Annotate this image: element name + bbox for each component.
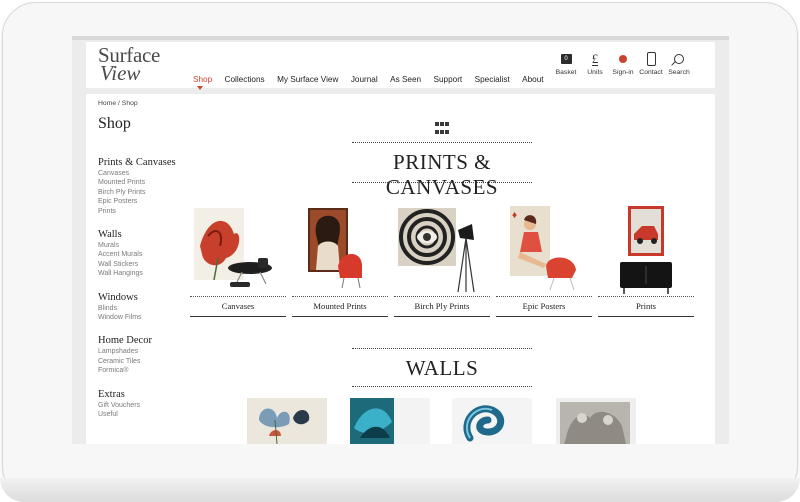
epic-posters-thumbnail: ♦ bbox=[510, 206, 576, 291]
sidebar-item-mounted-prints[interactable]: Mounted Prints bbox=[98, 178, 188, 187]
basket-button[interactable]: 0 Basket bbox=[550, 49, 582, 76]
category-prints[interactable]: Prints bbox=[598, 206, 694, 324]
basket-icon: 0 bbox=[560, 54, 572, 64]
nav-shop[interactable]: Shop bbox=[193, 75, 212, 84]
sidebar-group-walls: Walls Murals Accent Murals Wall Stickers… bbox=[98, 228, 188, 279]
walls-thumbnail-3[interactable] bbox=[452, 398, 532, 444]
category-epic-posters[interactable]: ♦ Epic Posters bbox=[496, 206, 592, 324]
tile-underline bbox=[190, 316, 286, 317]
category-mounted-prints[interactable]: Mounted Prints bbox=[292, 206, 388, 324]
category-canvases[interactable]: Canvases bbox=[190, 206, 286, 324]
site-header: Surface View Shop Collections My Surface… bbox=[86, 42, 715, 88]
sidebar-item-epic-posters[interactable]: Epic Posters bbox=[98, 197, 188, 206]
sidebar-heading[interactable]: Windows bbox=[98, 291, 188, 304]
prints-thumbnail bbox=[620, 206, 672, 294]
section-title-prints: PRINTS & CANVASES bbox=[385, 150, 499, 199]
category-label[interactable]: Prints bbox=[598, 301, 694, 311]
nav-specialist[interactable]: Specialist bbox=[475, 75, 510, 84]
breadcrumb[interactable]: Home / Shop bbox=[98, 100, 138, 107]
sidebar-group-prints: Prints & Canvases Canvases Mounted Print… bbox=[98, 156, 188, 216]
tile-rule bbox=[496, 296, 592, 297]
sidebar-item-formica[interactable]: Formica® bbox=[98, 366, 188, 375]
search-label: Search bbox=[668, 69, 690, 76]
sidebar-item-prints[interactable]: Prints bbox=[98, 207, 188, 216]
signin-dot-icon bbox=[619, 55, 627, 63]
main-content: Home / Shop Shop Prints & Canvases Canva… bbox=[86, 94, 715, 444]
birch-ply-prints-thumbnail bbox=[398, 208, 475, 293]
sidebar-item-wall-hangings[interactable]: Wall Hangings bbox=[98, 269, 188, 278]
section-title-walls: WALLS bbox=[405, 356, 479, 380]
sidebar-item-ceramic-tiles[interactable]: Ceramic Tiles bbox=[98, 357, 188, 366]
nav-support[interactable]: Support bbox=[434, 75, 463, 84]
tile-underline bbox=[496, 316, 592, 317]
sidebar-item-wall-stickers[interactable]: Wall Stickers bbox=[98, 260, 188, 269]
logo-line-2: View bbox=[100, 61, 141, 85]
search-button[interactable]: Search bbox=[663, 49, 695, 76]
nav-journal[interactable]: Journal bbox=[351, 75, 378, 84]
sidebar-group-windows: Windows Blinds Window Films bbox=[98, 291, 188, 323]
pound-icon: £ bbox=[591, 50, 599, 66]
sidebar: Prints & Canvases Canvases Mounted Print… bbox=[98, 156, 188, 432]
canvases-thumbnail bbox=[194, 208, 272, 287]
nav-my-surface-view[interactable]: My Surface View bbox=[277, 75, 338, 84]
sidebar-heading[interactable]: Walls bbox=[98, 228, 188, 241]
category-birch-ply-prints[interactable]: Birch Ply Prints bbox=[394, 206, 490, 324]
laptop-base bbox=[0, 478, 800, 502]
walls-thumbnail-1[interactable] bbox=[247, 398, 327, 444]
sidebar-item-blinds[interactable]: Blinds bbox=[98, 304, 188, 313]
phone-icon bbox=[646, 52, 656, 66]
category-label[interactable]: Canvases bbox=[190, 301, 286, 311]
sidebar-heading[interactable]: Home Decor bbox=[98, 334, 188, 347]
walls-thumbnail-4[interactable] bbox=[556, 398, 636, 444]
svg-text:♦: ♦ bbox=[512, 210, 517, 221]
sidebar-item-gift-vouchers[interactable]: Gift Vouchers bbox=[98, 401, 188, 410]
category-label[interactable]: Epic Posters bbox=[496, 301, 592, 311]
surface-view-logo[interactable]: Surface View bbox=[98, 45, 180, 85]
search-icon bbox=[674, 54, 684, 64]
sidebar-item-lampshades[interactable]: Lampshades bbox=[98, 347, 188, 356]
sidebar-item-murals[interactable]: Murals bbox=[98, 241, 188, 250]
section-rule bbox=[352, 348, 532, 349]
sidebar-heading[interactable]: Extras bbox=[98, 388, 188, 401]
section-rule bbox=[352, 386, 532, 387]
mounted-prints-thumbnail bbox=[308, 208, 362, 289]
tile-underline bbox=[394, 316, 490, 317]
tile-rule bbox=[394, 296, 490, 297]
section-rule bbox=[352, 182, 532, 183]
tile-rule bbox=[598, 296, 694, 297]
walls-thumbnail-2[interactable] bbox=[350, 398, 430, 444]
category-label[interactable]: Birch Ply Prints bbox=[394, 301, 490, 311]
tile-rule bbox=[190, 296, 286, 297]
tile-underline bbox=[598, 316, 694, 317]
nav-as-seen[interactable]: As Seen bbox=[390, 75, 421, 84]
sidebar-group-home-decor: Home Decor Lampshades Ceramic Tiles Form… bbox=[98, 334, 188, 375]
grid-icon bbox=[435, 122, 449, 136]
sidebar-item-birch-ply-prints[interactable]: Birch Ply Prints bbox=[98, 188, 188, 197]
nav-collections[interactable]: Collections bbox=[225, 75, 265, 84]
page-title: Shop bbox=[98, 115, 131, 132]
basket-label: Basket bbox=[555, 69, 577, 76]
category-label[interactable]: Mounted Prints bbox=[292, 301, 388, 311]
sidebar-item-useful[interactable]: Useful bbox=[98, 410, 188, 419]
section-rule bbox=[352, 142, 532, 143]
sidebar-item-canvases[interactable]: Canvases bbox=[98, 169, 188, 178]
sidebar-item-accent-murals[interactable]: Accent Murals bbox=[98, 250, 188, 259]
nav-about[interactable]: About bbox=[522, 75, 543, 84]
tile-underline bbox=[292, 316, 388, 317]
main-nav: Shop Collections My Surface View Journal… bbox=[193, 69, 552, 84]
browser-screen: Surface View Shop Collections My Surface… bbox=[72, 36, 729, 444]
tile-rule bbox=[292, 296, 388, 297]
sidebar-heading[interactable]: Prints & Canvases bbox=[98, 156, 188, 169]
sidebar-item-window-films[interactable]: Window Films bbox=[98, 313, 188, 322]
browser-top-strip bbox=[72, 36, 729, 40]
sidebar-group-extras: Extras Gift Vouchers Useful bbox=[98, 388, 188, 420]
